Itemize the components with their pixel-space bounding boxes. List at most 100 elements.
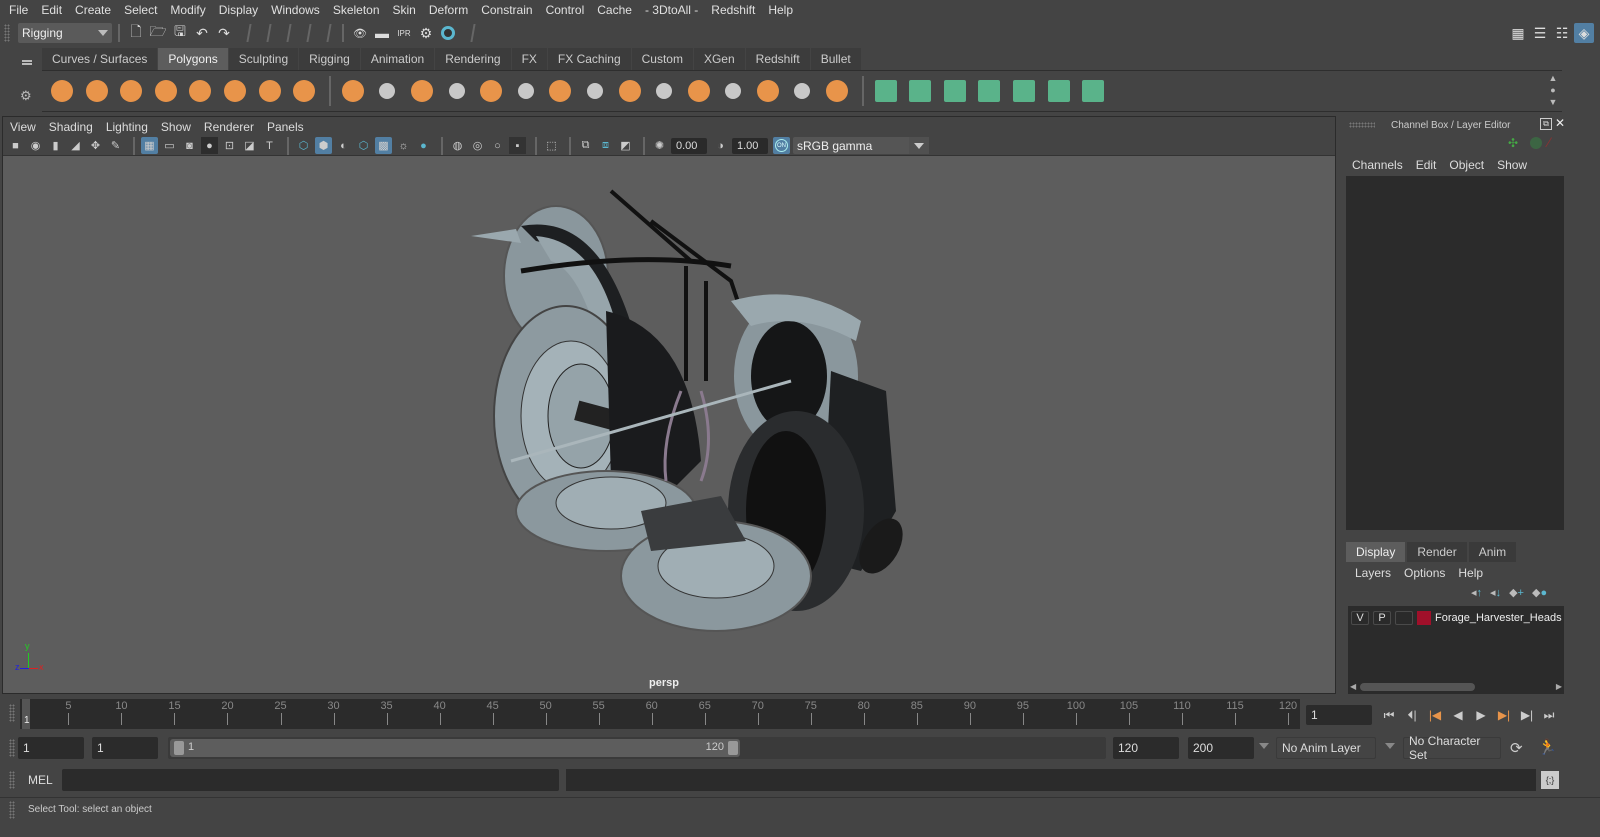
command-input[interactable] xyxy=(62,769,559,791)
grease-pencil-icon[interactable]: ✎ xyxy=(107,137,124,154)
range-slider-bar[interactable]: 1 120 xyxy=(170,739,740,757)
forage-harvester-model[interactable] xyxy=(461,181,921,651)
new-scene-icon[interactable]: 🗋 xyxy=(126,23,146,43)
shelf-tab-custom[interactable]: Custom xyxy=(631,48,693,70)
animation-end-field[interactable]: 200 xyxy=(1188,737,1254,759)
status-line-grip[interactable] xyxy=(4,24,10,42)
menu-constrain[interactable]: Constrain xyxy=(481,3,532,17)
script-editor-icon[interactable]: {;} xyxy=(1541,771,1559,789)
shelf-tab-rendering[interactable]: Rendering xyxy=(435,48,511,70)
poly-plane-icon[interactable] xyxy=(184,75,216,107)
viewport-menu-renderer[interactable]: Renderer xyxy=(204,120,254,134)
layer-tab-render[interactable]: Render xyxy=(1407,542,1467,562)
command-grip[interactable] xyxy=(9,771,15,789)
scroll-right-icon[interactable]: ▶ xyxy=(1556,682,1562,691)
bookmark-icon[interactable]: ▮ xyxy=(47,137,64,154)
manipulator-icon[interactable]: ✣ xyxy=(1508,136,1518,150)
append-polygon-icon[interactable] xyxy=(648,75,680,107)
layer-name[interactable]: Forage_Harvester_Heads xyxy=(1435,612,1562,624)
collapse-section-icon[interactable] xyxy=(300,24,312,42)
shelf-settings-icon[interactable]: ⚙ xyxy=(20,88,32,104)
shelf-tab-redshift[interactable]: Redshift xyxy=(745,48,810,70)
use-all-lights-icon[interactable]: ☼ xyxy=(395,137,412,154)
menu-modify[interactable]: Modify xyxy=(170,3,205,17)
range-end-handle[interactable] xyxy=(728,741,738,755)
viewport-menu-panels[interactable]: Panels xyxy=(267,120,304,134)
menu-skin[interactable]: Skin xyxy=(393,3,416,17)
gate-mask-icon[interactable]: ● xyxy=(201,137,218,154)
help-grip[interactable] xyxy=(9,801,15,819)
new-layer-selected-icon[interactable]: ◆● xyxy=(1532,586,1547,599)
menu-help[interactable]: Help xyxy=(768,3,793,17)
color-management-toggle[interactable]: ON xyxy=(773,137,790,154)
menu-deform[interactable]: Deform xyxy=(429,3,468,17)
channel-menu-object[interactable]: Object xyxy=(1449,158,1484,172)
planar-uv-icon[interactable] xyxy=(870,75,902,107)
menu-select[interactable]: Select xyxy=(124,3,157,17)
speed-icon[interactable] xyxy=(1530,137,1542,149)
exposure-icon[interactable]: ✺ xyxy=(651,137,668,154)
character-set-dropdown[interactable]: No Character Set xyxy=(1403,734,1501,762)
separate-icon[interactable] xyxy=(371,75,403,107)
gamma-icon[interactable]: ◑ xyxy=(712,137,729,154)
depth-of-field-icon[interactable]: ▪ xyxy=(509,137,526,154)
shelf-menu-icon[interactable] xyxy=(22,60,32,65)
insert-edge-loop-icon[interactable] xyxy=(683,75,715,107)
playback-end-field[interactable]: 120 xyxy=(1113,737,1179,759)
render-settings-icon[interactable]: ⚙ xyxy=(416,23,436,43)
menu-file[interactable]: File xyxy=(9,3,28,17)
textured-icon[interactable]: ▩ xyxy=(375,137,392,154)
target-weld-icon[interactable] xyxy=(614,75,646,107)
collapse-section-icon[interactable] xyxy=(260,24,272,42)
menu-redshift[interactable]: Redshift xyxy=(711,3,755,17)
poly-pipe-icon[interactable] xyxy=(288,75,320,107)
bevel-icon[interactable] xyxy=(475,75,507,107)
layer-menu-layers[interactable]: Layers xyxy=(1355,566,1391,580)
spherical-uv-icon[interactable] xyxy=(939,75,971,107)
channel-menu-edit[interactable]: Edit xyxy=(1416,158,1437,172)
go-to-end-button[interactable]: ⏭ xyxy=(1540,707,1558,723)
character-set-chevron-icon[interactable] xyxy=(1385,743,1395,749)
move-layer-down-icon[interactable]: ◂↓ xyxy=(1490,586,1501,599)
shelf-tab-fx-caching[interactable]: FX Caching xyxy=(547,48,631,70)
shelf-tab-curves-surfaces[interactable]: Curves / Surfaces xyxy=(42,48,158,70)
xray-joints-icon[interactable]: ◩ xyxy=(617,137,634,154)
layer-reference-toggle[interactable] xyxy=(1395,611,1413,625)
viewport-menu-lighting[interactable]: Lighting xyxy=(106,120,148,134)
menu-edit[interactable]: Edit xyxy=(41,3,62,17)
new-empty-layer-icon[interactable]: ◆+ xyxy=(1509,586,1524,599)
fill-hole-icon[interactable] xyxy=(752,75,784,107)
menu-cache[interactable]: Cache xyxy=(597,3,632,17)
layer-row[interactable]: V P Forage_Harvester_Heads xyxy=(1348,606,1564,625)
shelf-tab-polygons[interactable]: Polygons xyxy=(158,48,228,70)
command-language-toggle[interactable]: MEL xyxy=(28,773,53,787)
layer-menu-help[interactable]: Help xyxy=(1458,566,1483,580)
collapse-section-icon[interactable] xyxy=(464,24,476,42)
render-current-icon[interactable]: ▬ xyxy=(372,23,392,43)
float-panel-icon[interactable]: ⧉ xyxy=(1540,118,1552,130)
boolean-icon[interactable] xyxy=(821,75,853,107)
undo-icon[interactable]: ↶ xyxy=(192,23,212,43)
viewport-menu-view[interactable]: View xyxy=(10,120,36,134)
camera-attributes-icon[interactable]: ◉ xyxy=(27,137,44,154)
play-backwards-button[interactable]: ◀ xyxy=(1449,707,1467,723)
cylindrical-uv-icon[interactable] xyxy=(904,75,936,107)
anti-aliasing-icon[interactable]: ○ xyxy=(489,137,506,154)
select-camera-icon[interactable]: ■ xyxy=(7,137,24,154)
xray-icon[interactable]: ⧉ xyxy=(577,137,594,154)
range-slider[interactable]: 1 120 xyxy=(168,737,1106,759)
layer-tab-anim[interactable]: Anim xyxy=(1468,542,1517,562)
channel-menu-show[interactable]: Show xyxy=(1497,158,1527,172)
modeling-toolkit-icon[interactable]: ▦ xyxy=(1508,23,1528,43)
poly-sphere-icon[interactable] xyxy=(46,75,78,107)
step-forward-frame-button[interactable]: ▶| xyxy=(1495,707,1513,723)
auto-key-icon[interactable]: ⟳ xyxy=(1510,739,1523,757)
hypershade-icon[interactable] xyxy=(438,23,458,43)
smooth-shade-icon[interactable]: ⬢ xyxy=(315,137,332,154)
combine-icon[interactable] xyxy=(337,75,369,107)
step-back-frame-button[interactable]: |◀ xyxy=(1426,707,1444,723)
range-start-handle[interactable] xyxy=(174,741,184,755)
anim-layer-chevron-icon[interactable] xyxy=(1259,743,1269,749)
shelf-tab-animation[interactable]: Animation xyxy=(360,48,435,70)
image-plane-icon[interactable]: ◢ xyxy=(67,137,84,154)
